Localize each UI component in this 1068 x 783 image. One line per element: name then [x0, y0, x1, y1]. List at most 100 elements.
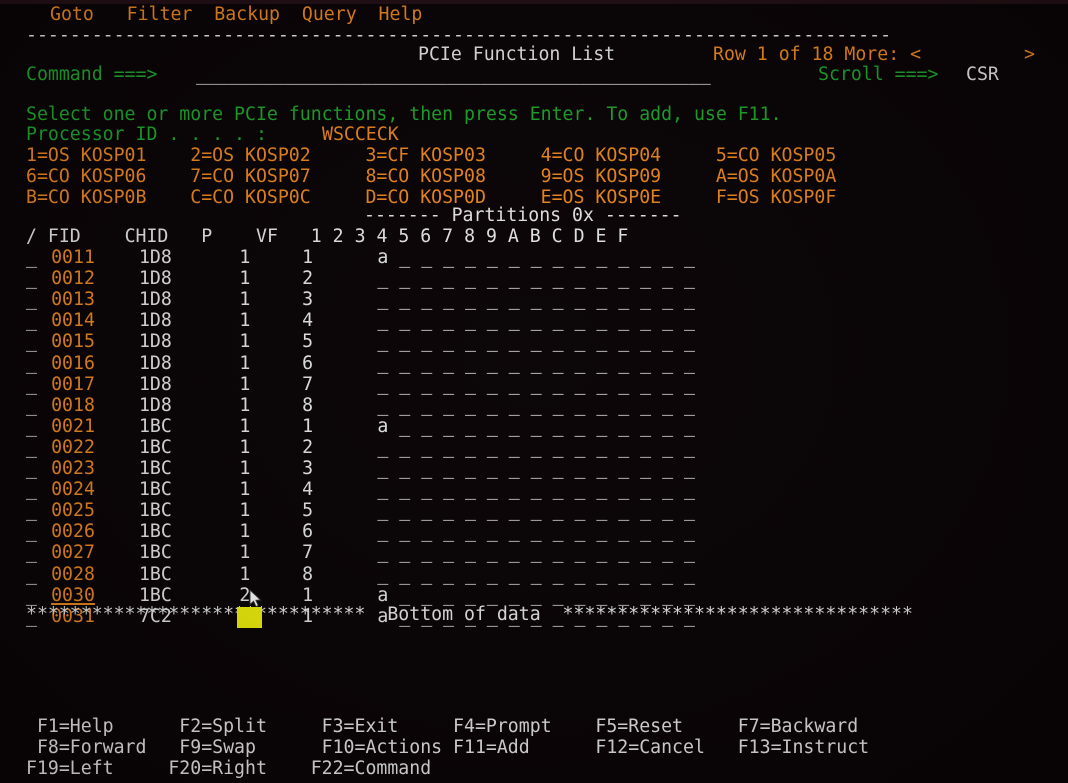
row-select-field[interactable]: _: [26, 374, 37, 395]
cell-partitions[interactable]: a _ _ _ _ _ _ _ _ _ _ _ _ _ _: [377, 585, 695, 606]
cell-fid[interactable]: 0015: [51, 331, 95, 352]
cell-p: 1: [239, 500, 251, 522]
row-select-field[interactable]: _: [26, 564, 37, 585]
command-input[interactable]: ________________________________________…: [196, 64, 711, 85]
cell-partitions[interactable]: a _ _ _ _ _ _ _ _ _ _ _ _ _ _: [377, 247, 695, 268]
cell-p: 1: [239, 394, 251, 416]
row-select-field[interactable]: _: [26, 500, 37, 521]
cell-chid: 1BC: [138, 563, 172, 585]
menu-item-query[interactable]: Query: [302, 4, 357, 25]
terminal-screen: Goto Filter Backup Query Help ----------…: [0, 0, 1068, 783]
cell-chid: 1D8: [138, 289, 172, 311]
row-select-field[interactable]: _: [26, 331, 37, 352]
row-select-field[interactable]: _: [26, 416, 37, 437]
cell-vf: 1: [302, 415, 314, 437]
cell-p: 1: [239, 352, 251, 374]
cell-fid[interactable]: 0022: [51, 437, 95, 458]
cell-partitions[interactable]: _ _ _ _ _ _ _ _ _ _ _ _ _ _ _: [377, 374, 695, 395]
column-header-select: /: [26, 226, 37, 247]
menu-item-backup[interactable]: Backup: [214, 4, 280, 25]
cell-fid[interactable]: 0012: [51, 268, 95, 289]
text-cursor-block: [237, 606, 263, 628]
row-select-field[interactable]: _: [26, 310, 37, 331]
menu-item-help[interactable]: Help: [379, 4, 423, 25]
cell-partitions[interactable]: _ _ _ _ _ _ _ _ _ _ _ _ _ _ _: [377, 310, 695, 331]
function-keys-line-2[interactable]: F8=Forward F9=Swap F10=Actions F11=Add F…: [26, 737, 869, 758]
cell-partitions[interactable]: a _ _ _ _ _ _ _ _ _ _ _ _ _ _: [377, 416, 695, 437]
cell-partitions[interactable]: _ _ _ _ _ _ _ _ _ _ _ _ _ _ _: [377, 500, 695, 521]
cell-fid[interactable]: 0013: [51, 289, 95, 310]
row-indicator-text: Row 1 of 18: [713, 44, 834, 65]
bottom-of-data-line: ******************************* Bottom o…: [26, 604, 913, 625]
cell-p: 1: [239, 436, 251, 458]
cell-fid[interactable]: 0017: [51, 374, 95, 395]
cell-fid[interactable]: 0011: [51, 247, 95, 268]
cell-chid: 1D8: [138, 247, 172, 268]
cell-partitions[interactable]: _ _ _ _ _ _ _ _ _ _ _ _ _ _ _: [377, 564, 695, 585]
cell-vf: 6: [302, 521, 314, 543]
menu-item-filter[interactable]: Filter: [127, 4, 193, 25]
cell-fid[interactable]: 0024: [51, 479, 95, 500]
row-select-field[interactable]: _: [26, 437, 37, 458]
cell-partitions[interactable]: _ _ _ _ _ _ _ _ _ _ _ _ _ _ _: [377, 353, 695, 374]
cell-chid: 1D8: [138, 394, 172, 416]
cell-chid: 1BC: [138, 584, 172, 606]
cell-vf: 4: [302, 479, 314, 501]
cell-p: 1: [239, 289, 251, 311]
cell-vf: 3: [302, 289, 314, 311]
more-left-icon[interactable]: <: [910, 44, 921, 65]
row-select-field[interactable]: _: [26, 353, 37, 374]
function-keys-line-3[interactable]: F19=Left F20=Right F22=Command: [26, 758, 431, 779]
cell-fid[interactable]: 0026: [51, 521, 95, 542]
row-select-field[interactable]: _: [26, 521, 37, 542]
cell-partitions[interactable]: _ _ _ _ _ _ _ _ _ _ _ _ _ _ _: [377, 542, 695, 563]
cell-fid[interactable]: 0014: [51, 310, 95, 331]
cell-partitions[interactable]: _ _ _ _ _ _ _ _ _ _ _ _ _ _ _: [377, 479, 695, 500]
cell-p: 1: [239, 268, 251, 290]
cell-partitions[interactable]: _ _ _ _ _ _ _ _ _ _ _ _ _ _ _: [377, 268, 695, 289]
cell-p: 1: [239, 479, 251, 501]
row-select-field[interactable]: _: [26, 585, 37, 606]
cell-p: 1: [239, 542, 251, 564]
cell-fid[interactable]: 0021: [51, 416, 95, 437]
cell-vf: 1: [302, 584, 314, 606]
cell-chid: 1BC: [138, 500, 172, 522]
cell-p: 1: [239, 331, 251, 353]
column-header-p: P: [201, 226, 213, 247]
row-select-field[interactable]: _: [26, 479, 37, 500]
cell-fid[interactable]: 0027: [51, 542, 95, 563]
row-select-field[interactable]: _: [26, 247, 37, 268]
cell-fid[interactable]: 0023: [51, 458, 95, 479]
cell-fid[interactable]: 0018: [51, 395, 95, 416]
cell-chid: 1D8: [138, 352, 172, 374]
menu-item-goto[interactable]: Goto: [50, 4, 94, 25]
cell-partitions[interactable]: _ _ _ _ _ _ _ _ _ _ _ _ _ _ _: [377, 395, 695, 416]
cell-vf: 2: [302, 268, 314, 290]
cell-partitions[interactable]: _ _ _ _ _ _ _ _ _ _ _ _ _ _ _: [377, 289, 695, 310]
cell-p: 1: [239, 310, 251, 332]
cell-partitions[interactable]: _ _ _ _ _ _ _ _ _ _ _ _ _ _ _: [377, 437, 695, 458]
row-select-field[interactable]: _: [26, 289, 37, 310]
cell-partitions[interactable]: _ _ _ _ _ _ _ _ _ _ _ _ _ _ _: [377, 331, 695, 352]
cell-fid[interactable]: 0028: [51, 564, 95, 585]
cell-fid[interactable]: 0016: [51, 353, 95, 374]
cell-partitions[interactable]: _ _ _ _ _ _ _ _ _ _ _ _ _ _ _: [377, 458, 695, 479]
cell-chid: 1BC: [138, 521, 172, 543]
cell-chid: 1BC: [138, 415, 172, 437]
row-select-field[interactable]: _: [26, 542, 37, 563]
cell-chid: 1D8: [138, 373, 172, 395]
scroll-value[interactable]: CSR: [966, 64, 999, 85]
cell-vf: 7: [302, 373, 314, 395]
row-select-field[interactable]: _: [26, 395, 37, 416]
cell-fid[interactable]: 0025: [51, 500, 95, 521]
cell-chid: 1D8: [138, 268, 172, 290]
row-select-field[interactable]: _: [26, 268, 37, 289]
cell-fid[interactable]: 0030: [51, 585, 95, 606]
instruction-line: Select one or more PCIe functions, then …: [26, 104, 782, 125]
menu-bar: Goto Filter Backup Query Help: [50, 4, 422, 25]
cell-partitions[interactable]: _ _ _ _ _ _ _ _ _ _ _ _ _ _ _: [377, 521, 695, 542]
table-header: / FID CHID P VF 1 2 3 4 5 6 7 8 9 A B C …: [26, 226, 628, 247]
more-right-icon[interactable]: >: [1024, 44, 1035, 65]
function-keys-line-1[interactable]: F1=Help F2=Split F3=Exit F4=Prompt F5=Re…: [26, 716, 858, 737]
row-select-field[interactable]: _: [26, 458, 37, 479]
